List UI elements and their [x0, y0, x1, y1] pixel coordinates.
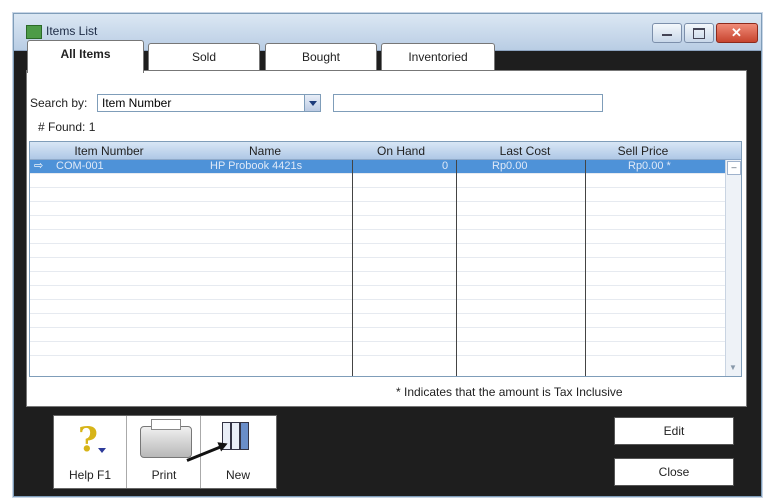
chevron-down-icon[interactable]	[304, 95, 320, 111]
col-on-hand[interactable]: On Hand	[356, 144, 446, 158]
column-divider	[456, 160, 457, 376]
column-divider	[585, 160, 586, 376]
search-label: Search by:	[30, 96, 88, 110]
column-divider	[352, 160, 353, 376]
minimize-icon	[662, 34, 672, 36]
table-row[interactable]	[30, 328, 725, 342]
found-value: 1	[88, 120, 96, 134]
search-input[interactable]	[333, 94, 603, 112]
col-last-cost[interactable]: Last Cost	[480, 144, 570, 158]
vertical-scrollbar[interactable]: – ▼	[725, 160, 741, 376]
table-row[interactable]	[30, 342, 725, 356]
col-name[interactable]: Name	[210, 144, 320, 158]
minimize-button[interactable]	[652, 23, 682, 43]
table-row[interactable]: ⇨ COM-001 HP Probook 4421s 0 Rp0.00 Rp0.…	[30, 160, 725, 174]
table-header: Item Number Name On Hand Last Cost Sell …	[30, 142, 741, 160]
tab-bought[interactable]: Bought	[265, 43, 377, 72]
found-label: # Found:	[38, 120, 86, 134]
table-row[interactable]	[30, 188, 725, 202]
table-row[interactable]	[30, 272, 725, 286]
tab-sold[interactable]: Sold	[148, 43, 260, 72]
cell-name: HP Probook 4421s	[210, 160, 303, 172]
dropdown-arrow-icon	[98, 448, 106, 453]
search-by-value: Item Number	[102, 96, 172, 110]
tax-inclusive-note: * Indicates that the amount is Tax Inclu…	[396, 385, 623, 399]
search-by-select[interactable]: Item Number	[97, 94, 321, 112]
cell-item-number: COM-001	[56, 160, 104, 172]
table-row[interactable]	[30, 202, 725, 216]
found-count: # Found: 1	[38, 120, 95, 134]
col-sell-price[interactable]: Sell Price	[598, 144, 688, 158]
table-row[interactable]	[30, 314, 725, 328]
table-row[interactable]	[30, 286, 725, 300]
table-row[interactable]	[30, 258, 725, 272]
table-row[interactable]	[30, 230, 725, 244]
printer-icon	[140, 419, 192, 458]
new-label: New	[225, 468, 250, 482]
print-button[interactable]: Print	[128, 416, 201, 488]
maximize-icon	[693, 28, 705, 39]
table-row[interactable]	[30, 244, 725, 258]
help-label: Help F1	[68, 468, 112, 482]
toolbar: ? Help F1 Print New	[53, 415, 277, 489]
row-pointer-icon: ⇨	[34, 160, 44, 172]
print-label: Print	[151, 468, 177, 482]
help-button[interactable]: ? Help F1	[54, 416, 127, 488]
close-window-button[interactable]: ✕	[716, 23, 758, 43]
table-row[interactable]	[30, 216, 725, 230]
scroll-up-icon[interactable]: –	[727, 161, 741, 175]
items-table: Item Number Name On Hand Last Cost Sell …	[29, 141, 742, 377]
table-row[interactable]	[30, 174, 725, 188]
help-icon: ?	[78, 420, 98, 460]
new-button[interactable]: New	[202, 416, 274, 488]
tab-all-items[interactable]: All Items	[27, 40, 144, 73]
cell-on-hand: 0	[442, 160, 449, 172]
col-item-number[interactable]: Item Number	[54, 144, 164, 158]
close-button[interactable]: Close	[614, 458, 734, 486]
cell-sell-price: Rp0.00 *	[628, 160, 671, 172]
maximize-button[interactable]	[684, 23, 714, 43]
close-icon: ✕	[731, 25, 742, 40]
edit-button[interactable]: Edit	[614, 417, 734, 445]
tab-inventoried[interactable]: Inventoried	[381, 43, 495, 72]
scroll-down-icon[interactable]: ▼	[729, 363, 737, 372]
table-row[interactable]	[30, 300, 725, 314]
cell-last-cost: Rp0.00	[492, 160, 528, 172]
app-icon	[26, 25, 42, 39]
window-title: Items List	[46, 24, 98, 38]
